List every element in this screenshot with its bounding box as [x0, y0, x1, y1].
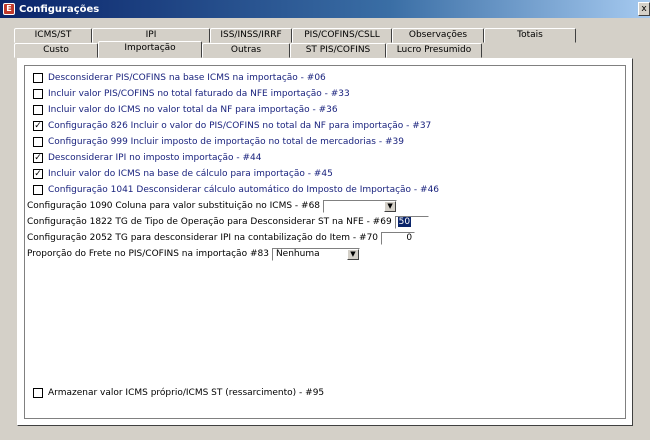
- option-label: Configuração 999 Incluir imposto de impo…: [48, 137, 404, 147]
- option-label: Incluir valor PIS/COFINS no total fatura…: [48, 89, 350, 99]
- tg-st-input[interactable]: 50: [394, 215, 429, 229]
- checkbox-46[interactable]: [33, 185, 43, 195]
- option-label: Desconsiderar IPI no imposto importação …: [48, 153, 262, 163]
- tab-row-2: Custo Importação Outras ST PIS/COFINS Lu…: [0, 41, 650, 58]
- option-row-39[interactable]: Configuração 999 Incluir imposto de impo…: [33, 135, 404, 149]
- option-row-46[interactable]: Configuração 1041 Desconsiderar cálculo …: [33, 183, 439, 197]
- option-row-44[interactable]: ✓ Desconsiderar IPI no imposto importaçã…: [33, 151, 261, 165]
- checkbox-44[interactable]: ✓: [33, 153, 43, 163]
- importacao-panel: Desconsiderar PIS/COFINS na base ICMS na…: [17, 58, 633, 426]
- tab-importacao[interactable]: Importação: [98, 41, 202, 58]
- tab-lucro-presumido[interactable]: Lucro Presumido: [386, 43, 482, 58]
- option-label: Incluir valor do ICMS na base de cálculo…: [48, 169, 333, 179]
- checkbox-37[interactable]: ✓: [33, 121, 43, 131]
- check-icon: ✓: [34, 168, 42, 179]
- option-row-06[interactable]: Desconsiderar PIS/COFINS na base ICMS na…: [33, 71, 326, 85]
- check-icon: ✓: [34, 120, 42, 131]
- field-row-83: Proporção do Frete no PIS/COFINS na impo…: [27, 247, 360, 261]
- options-frame: Desconsiderar PIS/COFINS na base ICMS na…: [24, 65, 626, 419]
- tab-custo[interactable]: Custo: [14, 43, 98, 58]
- option-row-45[interactable]: ✓ Incluir valor do ICMS na base de cálcu…: [33, 167, 333, 181]
- chevron-down-icon[interactable]: ▼: [346, 248, 359, 260]
- tab-totais[interactable]: Totais: [484, 28, 576, 43]
- frete-label: Proporção do Frete no PIS/COFINS na impo…: [27, 249, 269, 259]
- tab-pis-cofins-csll[interactable]: PIS/COFINS/CSLL: [292, 28, 392, 43]
- option-row-33[interactable]: Incluir valor PIS/COFINS no total fatura…: [33, 87, 350, 101]
- close-button[interactable]: x: [638, 2, 650, 16]
- tab-icms-st[interactable]: ICMS/ST: [14, 28, 92, 43]
- option-label: Configuração 826 Incluir o valor do PIS/…: [48, 121, 432, 131]
- tg-ipi-input[interactable]: 0: [381, 231, 416, 245]
- checkbox-39[interactable]: [33, 137, 43, 147]
- checkbox-95[interactable]: [33, 388, 43, 398]
- checkbox-36[interactable]: [33, 105, 43, 115]
- tg-ipi-label: Configuração 2052 TG para desconsiderar …: [27, 233, 379, 243]
- field-row-68: Configuração 1090 Coluna para valor subs…: [27, 199, 398, 213]
- window-bottom-frame: [0, 432, 650, 440]
- chevron-down-icon[interactable]: ▼: [384, 200, 397, 212]
- tab-outras[interactable]: Outras: [202, 43, 290, 58]
- option-row-37[interactable]: ✓ Configuração 826 Incluir o valor do PI…: [33, 119, 431, 133]
- option-row-95[interactable]: Armazenar valor ICMS próprio/ICMS ST (re…: [33, 386, 324, 400]
- title-bar: E Configurações x: [0, 0, 650, 18]
- tab-st-pis-cofins[interactable]: ST PIS/COFINS: [290, 43, 386, 58]
- tab-observacoes[interactable]: Observações: [392, 28, 484, 43]
- app-icon: E: [3, 3, 15, 15]
- checkbox-33[interactable]: [33, 89, 43, 99]
- frete-value: Nenhuma: [275, 249, 320, 259]
- checkbox-06[interactable]: [33, 73, 43, 83]
- coluna-select[interactable]: ▼: [323, 199, 398, 213]
- tg-st-value: 50: [397, 216, 412, 227]
- option-label: Incluir valor do ICMS no valor total da …: [48, 105, 338, 115]
- option-label: Configuração 1041 Desconsiderar cálculo …: [48, 185, 440, 195]
- option-row-36[interactable]: Incluir valor do ICMS no valor total da …: [33, 103, 338, 117]
- window-title: Configurações: [19, 3, 100, 15]
- tg-st-label: Configuração 1822 TG de Tipo de Operação…: [27, 217, 392, 227]
- option-label: Armazenar valor ICMS próprio/ICMS ST (re…: [48, 388, 325, 398]
- frete-select[interactable]: Nenhuma ▼: [271, 247, 360, 261]
- check-icon: ✓: [34, 152, 42, 163]
- field-row-70: Configuração 2052 TG para desconsiderar …: [27, 231, 416, 245]
- tab-iss-inss-irrf[interactable]: ISS/INSS/IRRF: [210, 28, 292, 43]
- checkbox-45[interactable]: ✓: [33, 169, 43, 179]
- option-label: Desconsiderar PIS/COFINS na base ICMS na…: [48, 73, 326, 83]
- coluna-label: Configuração 1090 Coluna para valor subs…: [27, 201, 321, 211]
- field-row-69: Configuração 1822 TG de Tipo de Operação…: [27, 215, 429, 229]
